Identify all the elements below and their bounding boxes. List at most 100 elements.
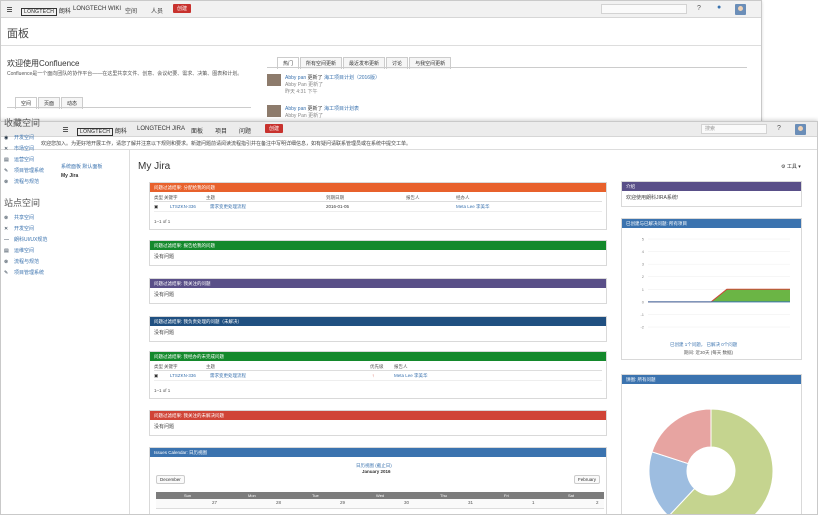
- created-resolved-chart: -2 -1 0 1 2 3 4 5: [640, 237, 790, 330]
- y-tick-label: 3: [642, 262, 645, 267]
- gadget-calendar: Issues Calendar: 日历视图 日历视图 (截止日) January…: [149, 447, 607, 514]
- space-icon: ✕: [4, 146, 9, 152]
- welcome-title: 欢迎使用Confluence: [7, 59, 80, 68]
- calendar-day-header: Sat: [568, 493, 575, 498]
- gear-icon: ⚙: [781, 164, 786, 170]
- welcome-text: Confluence是一个面向团队的协作平台——在这里共享文件、创意、会议纪要、…: [7, 71, 243, 77]
- space-link[interactable]: ✎ 项目管理系统: [4, 166, 129, 177]
- nav-people[interactable]: 人员: [151, 6, 163, 15]
- notification-icon[interactable]: ●: [717, 4, 721, 11]
- issue-reporter[interactable]: Meta Lee 李美华: [394, 373, 428, 379]
- empty-message: 没有问题: [154, 424, 175, 430]
- issue-summary[interactable]: 需求变更处理流程: [210, 204, 246, 210]
- space-link[interactable]: ⊗ 流程与规范: [4, 257, 129, 268]
- calendar-month: January 2016: [362, 469, 391, 474]
- space-link[interactable]: ▤ 运维空间: [4, 246, 129, 257]
- next-month-button[interactable]: February: [574, 475, 601, 484]
- confluence-topbar: LONGTECH 朗科 LONGTECH WIKI 空间 人员 创建 ? ●: [1, 1, 761, 18]
- calendar-day-header: Wed: [376, 493, 385, 498]
- calendar-date[interactable]: 30: [404, 500, 409, 505]
- space-icon: ◉: [4, 135, 9, 141]
- all-spaces-title: 站点空间: [4, 198, 41, 208]
- issue-key[interactable]: LTSZKN-336: [170, 373, 196, 378]
- prev-month-button[interactable]: December: [156, 475, 185, 484]
- calendar-date[interactable]: 27: [212, 500, 217, 505]
- calendar-date[interactable]: 1: [532, 500, 535, 505]
- issue-due: 2016-01-05: [326, 204, 350, 209]
- feed-page-link[interactable]: 海工项目计划表: [324, 106, 359, 112]
- issue-type-icon: ▣: [154, 373, 159, 378]
- create-button[interactable]: 创建: [173, 4, 192, 13]
- author-avatar: [267, 105, 281, 117]
- feed-item: Abby pan 更新了 海工项目计划（2016版） Abby Pan 更新了 昨天…: [267, 74, 380, 95]
- gadget-header: 问题过滤结果: 我经办的未完成问题: [150, 352, 606, 361]
- help-icon[interactable]: ?: [697, 5, 701, 12]
- space-link[interactable]: ⊗ 共享空间: [4, 213, 129, 224]
- space-icon: ✕: [4, 226, 9, 232]
- gadget-header: 已创建与已解决问题: 所有项目: [622, 219, 801, 228]
- calendar-day-header: Mon: [248, 493, 256, 498]
- page-title: 面板: [7, 28, 29, 40]
- calendar-date[interactable]: 29: [340, 500, 345, 505]
- gadget-watched: 问题过滤结果: 我关注的问题 没有问题: [149, 278, 607, 304]
- empty-message: 没有问题: [154, 292, 175, 298]
- issue-type-icon: ▣: [154, 204, 159, 209]
- space-icon: ⊗: [4, 179, 9, 185]
- space-icon: ✎: [4, 168, 9, 174]
- gadget-in-progress: 问题过滤结果: 我经办的未完成问题 类型 关键字 主题 优先级 报告人 ▣ LT…: [149, 351, 607, 399]
- gadget-header: 问题过滤结果: 分配给我的问题: [150, 183, 606, 192]
- space-link[interactable]: ✎ 项目管理系统: [4, 268, 129, 279]
- app-name[interactable]: LONGTECH JIRA: [137, 126, 185, 132]
- nav-dashboards[interactable]: 面板: [191, 126, 203, 135]
- space-link[interactable]: ◉ 开发空间: [4, 133, 129, 144]
- create-button[interactable]: 创建: [265, 124, 284, 133]
- feed-author[interactable]: Abby pan: [285, 75, 306, 81]
- author-avatar: [267, 74, 281, 86]
- announcement-banner: 欢迎您加入。为更好地开展工作，请您了解并注意以下规则和要求。新建问题前请阅读流程…: [41, 141, 412, 147]
- search-input[interactable]: 搜索: [701, 124, 767, 134]
- space-link[interactable]: ✕ 开发空间: [4, 224, 129, 235]
- space-link[interactable]: ⊗ 流程与规范: [4, 177, 129, 188]
- gadget-reported: 问题过滤结果: 报告给我的问题 没有问题: [149, 240, 607, 266]
- nav-projects[interactable]: 项目: [215, 126, 227, 135]
- help-icon[interactable]: ?: [777, 125, 781, 132]
- y-tick-label: -2: [640, 325, 644, 330]
- gadget-assigned: 问题过滤结果: 分配给我的问题 类型 关键字 主题 到期日期 报告人 经办人 ▣…: [149, 182, 607, 230]
- space-link[interactable]: ▤ 运营空间: [4, 155, 129, 166]
- user-avatar[interactable]: [735, 4, 746, 15]
- chart-legend: 已创建 1个问题， 已解决 0个问题: [670, 342, 738, 347]
- nav-issues[interactable]: 问题: [239, 126, 251, 135]
- app-name[interactable]: LONGTECH WIKI: [73, 6, 121, 12]
- issue-key[interactable]: LTSZKN-336: [170, 204, 196, 209]
- feed-item: Abby pan 更新了 海工项目计划表 Abby Pan 更新了: [267, 105, 359, 119]
- calendar-day-header: Tue: [312, 493, 319, 498]
- y-tick-label: 5: [642, 237, 645, 242]
- calendar-date[interactable]: 31: [468, 500, 473, 505]
- space-link[interactable]: — 朗科UI/UX规范: [4, 235, 129, 246]
- issue-assignee[interactable]: Meta Lee 李美华: [456, 204, 490, 210]
- tools-button[interactable]: ⚙ 工具 ▾: [781, 163, 801, 170]
- feed-page-link[interactable]: 海工项目计划（2016版）: [324, 75, 380, 81]
- menu-icon[interactable]: [7, 7, 12, 12]
- pagination: 1–1 of 1: [154, 219, 171, 224]
- gadget-created-resolved: 已创建与已解决问题: 所有项目 -2 -1 0 1 2 3 4 5 已创建 1个问题， 已解决…: [621, 218, 802, 360]
- gadget-header: 问题过滤结果: 报告给我的问题: [150, 241, 606, 250]
- y-tick-label: 4: [642, 249, 645, 254]
- calendar-date[interactable]: 28: [276, 500, 281, 505]
- calendar-date[interactable]: 2: [596, 500, 599, 505]
- user-avatar[interactable]: [795, 124, 806, 135]
- feed-author[interactable]: Abby pan: [285, 106, 306, 112]
- space-icon: ⊗: [4, 215, 9, 221]
- issue-summary[interactable]: 需求变更处理流程: [210, 373, 246, 379]
- space-icon: ⊗: [4, 259, 9, 265]
- space-link[interactable]: ✕ 市场空间: [4, 144, 129, 155]
- gadget-unresolved: 问题过滤结果: 我负责处理的问题（未解决） 没有问题: [149, 316, 607, 342]
- nav-spaces[interactable]: 空间: [125, 6, 137, 15]
- confluence-logo[interactable]: LONGTECH 朗科: [21, 6, 71, 16]
- issues-pie-chart: [648, 408, 774, 514]
- search-input[interactable]: [601, 4, 687, 14]
- gadget-header: 问题过滤结果: 我关注的未解决问题: [150, 411, 606, 420]
- gadget-intro: 介绍 欢迎使用朗科JIRA系统!: [621, 181, 802, 207]
- calendar-day-header: Thu: [440, 493, 447, 498]
- space-sidebar: 收藏空间 ◉ 开发空间 ✕ 市场空间 ▤ 运营空间 ✎ 项目管理系统 ⊗ 流程与规范 站点空间 ⊗…: [4, 112, 129, 279]
